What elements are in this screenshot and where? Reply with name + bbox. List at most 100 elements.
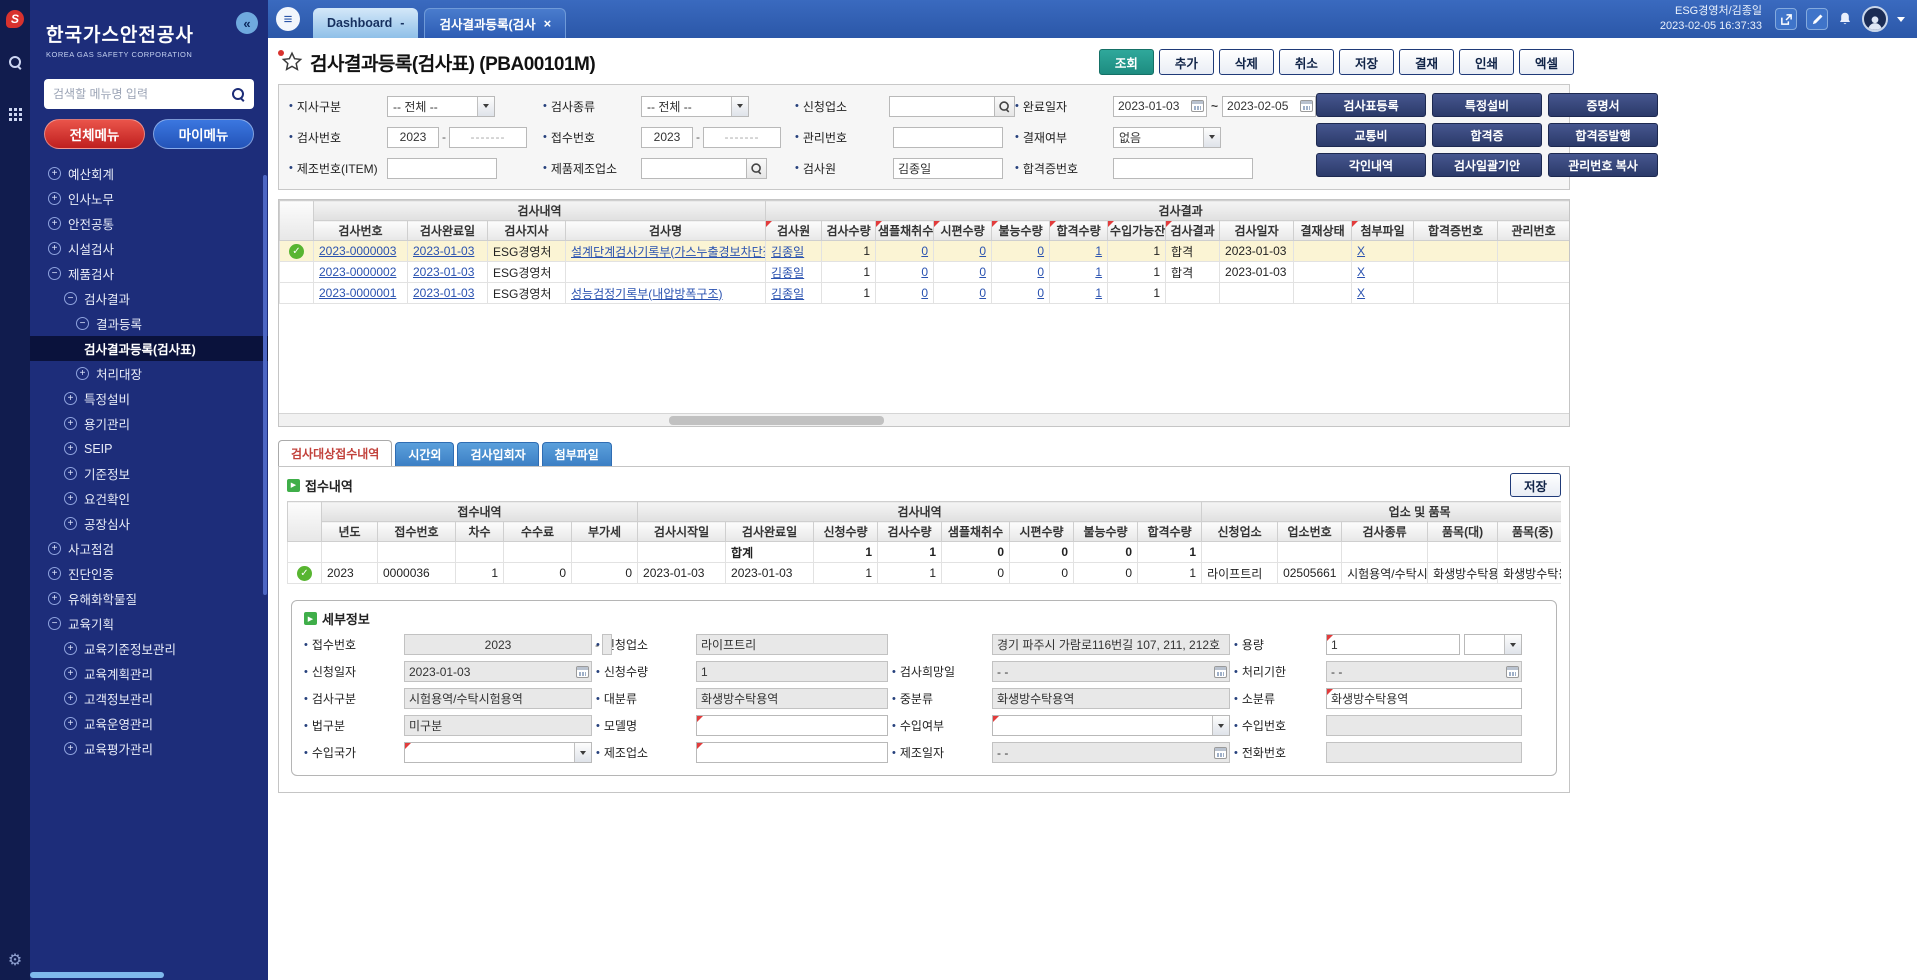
calendar-icon[interactable] <box>1300 100 1313 112</box>
select[interactable] <box>1464 634 1522 655</box>
text-input[interactable] <box>893 127 1003 148</box>
detail-tab[interactable]: 검사입회자 <box>457 442 538 466</box>
cell-link[interactable]: 0 <box>979 244 986 258</box>
cell-link[interactable]: 0 <box>921 286 928 300</box>
sidebar-item[interactable]: 진단인증 <box>30 561 268 586</box>
search-field-input[interactable] <box>641 158 747 179</box>
tab-dashboard[interactable]: Dashboard <box>313 8 418 38</box>
sidebar-item[interactable]: 기준정보 <box>30 461 268 486</box>
cell-link[interactable]: 2023-0000002 <box>319 265 396 279</box>
user-avatar[interactable] <box>1862 6 1888 32</box>
cell-link[interactable]: 설계단계검사기록부(가스누출경보차단장치) <box>571 245 766 259</box>
detail-tab[interactable]: 첨부파일 <box>542 442 612 466</box>
header-action-button[interactable]: 엑셀 <box>1519 49 1574 75</box>
sidebar-item[interactable]: 처리대장 <box>30 361 268 386</box>
select[interactable] <box>404 742 592 763</box>
cell-link[interactable]: X <box>1357 244 1365 258</box>
select[interactable]: -- 전체 -- <box>641 96 749 117</box>
select[interactable]: -- 전체 -- <box>387 96 495 117</box>
filter-action-button[interactable]: 교통비 <box>1316 123 1426 147</box>
close-icon[interactable] <box>544 16 552 31</box>
year-input[interactable] <box>641 127 693 148</box>
summary-row[interactable]: 합계110001 <box>288 542 1562 563</box>
sidebar-item[interactable]: 시설검사 <box>30 236 268 261</box>
cell-link[interactable]: 2023-0000003 <box>319 244 396 258</box>
number-input[interactable] <box>703 127 781 148</box>
sidebar-item[interactable]: 결과등록 <box>30 311 268 336</box>
filter-action-button[interactable]: 증명서 <box>1548 93 1658 117</box>
grid-row[interactable]: 202300000361002023-01-032023-01-03110001… <box>288 563 1562 584</box>
sidebar-horizontal-scrollbar[interactable] <box>30 972 164 978</box>
text-input[interactable] <box>696 661 888 682</box>
text-input[interactable] <box>696 742 888 763</box>
cell-link[interactable]: 0 <box>921 244 928 258</box>
filter-action-button[interactable]: 각인내역 <box>1316 153 1426 177</box>
cell-link[interactable]: 0 <box>979 286 986 300</box>
cell-link[interactable]: 김종일 <box>771 287 804 301</box>
detail-tab[interactable]: 검사대상접수내역 <box>278 440 392 466</box>
save-button[interactable]: 저장 <box>1510 473 1561 497</box>
cell-link[interactable]: X <box>1357 265 1365 279</box>
menu-toggle-icon[interactable] <box>276 7 300 31</box>
search-lookup-button[interactable] <box>995 96 1015 117</box>
date-input[interactable] <box>404 661 592 682</box>
sidebar-item[interactable]: 고객정보관리 <box>30 686 268 711</box>
cell-link[interactable]: 0 <box>921 265 928 279</box>
sidebar-item[interactable]: 교육기준정보관리 <box>30 636 268 661</box>
cell-link[interactable]: 성능검정기록부(내압방폭구조) <box>571 287 723 301</box>
search-icon[interactable] <box>232 88 245 101</box>
notifications-bell-icon[interactable] <box>1837 11 1853 27</box>
sidebar-item[interactable]: 교육계획관리 <box>30 661 268 686</box>
cell-link[interactable]: X <box>1357 286 1365 300</box>
apps-grid-icon[interactable] <box>9 100 22 114</box>
date-input[interactable] <box>992 742 1230 763</box>
cell-link[interactable]: 2023-01-03 <box>413 244 474 258</box>
text-input[interactable] <box>1113 158 1253 179</box>
number-input[interactable] <box>449 127 527 148</box>
sidebar-item[interactable]: 안전공통 <box>30 211 268 236</box>
tab-current[interactable]: 검사결과등록(검사 <box>424 8 566 38</box>
sidebar-item[interactable]: 교육기획 <box>30 611 268 636</box>
sidebar-item[interactable]: SEIP <box>30 436 268 461</box>
cell-link[interactable]: 0 <box>1037 265 1044 279</box>
header-action-button[interactable]: 저장 <box>1339 49 1394 75</box>
header-action-button[interactable]: 결재 <box>1399 49 1454 75</box>
header-action-button[interactable]: 인쇄 <box>1459 49 1514 75</box>
cell-link[interactable]: 2023-01-03 <box>413 286 474 300</box>
text-input[interactable] <box>696 715 888 736</box>
calendar-icon[interactable] <box>1214 747 1227 759</box>
text-input[interactable] <box>1326 688 1522 709</box>
sidebar-item[interactable]: 유해화학물질 <box>30 586 268 611</box>
number-input[interactable] <box>602 634 612 655</box>
text-input[interactable] <box>1326 742 1522 763</box>
date-input[interactable] <box>992 661 1230 682</box>
search-field-input[interactable] <box>889 96 995 117</box>
select[interactable]: 없음 <box>1113 127 1221 148</box>
my-menu-button[interactable]: 마이메뉴 <box>153 119 254 149</box>
cell-link[interactable]: 1 <box>1095 265 1102 279</box>
calendar-icon[interactable] <box>1506 666 1519 678</box>
sidebar-vertical-scrollbar[interactable] <box>263 175 267 595</box>
filter-action-button[interactable]: 관리번호 복사 <box>1548 153 1658 177</box>
calendar-icon[interactable] <box>1191 100 1204 112</box>
search-lookup-button[interactable] <box>747 158 767 179</box>
chevron-down-icon[interactable] <box>1897 17 1905 22</box>
sidebar-collapse-button[interactable] <box>236 12 258 34</box>
select[interactable] <box>992 715 1230 736</box>
horizontal-scrollbar[interactable] <box>279 413 1569 426</box>
text-input[interactable] <box>696 634 888 655</box>
scrollbar-thumb[interactable] <box>669 416 884 425</box>
filter-action-button[interactable]: 검사일괄기안 <box>1432 153 1542 177</box>
grid-row[interactable]: 2023-00000022023-01-03ESG경영처김종일100011합격2… <box>280 262 1570 283</box>
header-action-button[interactable]: 추가 <box>1159 49 1214 75</box>
filter-action-button[interactable]: 특정설비 <box>1432 93 1542 117</box>
cell-link[interactable]: 김종일 <box>771 266 804 280</box>
cell-link[interactable]: 1 <box>1095 244 1102 258</box>
text-input[interactable] <box>1326 715 1522 736</box>
menu-search-input[interactable] <box>53 87 232 101</box>
text-input[interactable] <box>404 688 592 709</box>
cell-link[interactable]: 김종일 <box>771 245 804 259</box>
text-input[interactable] <box>992 688 1230 709</box>
sidebar-item[interactable]: 요건확인 <box>30 486 268 511</box>
sidebar-item[interactable]: 사고점검 <box>30 536 268 561</box>
